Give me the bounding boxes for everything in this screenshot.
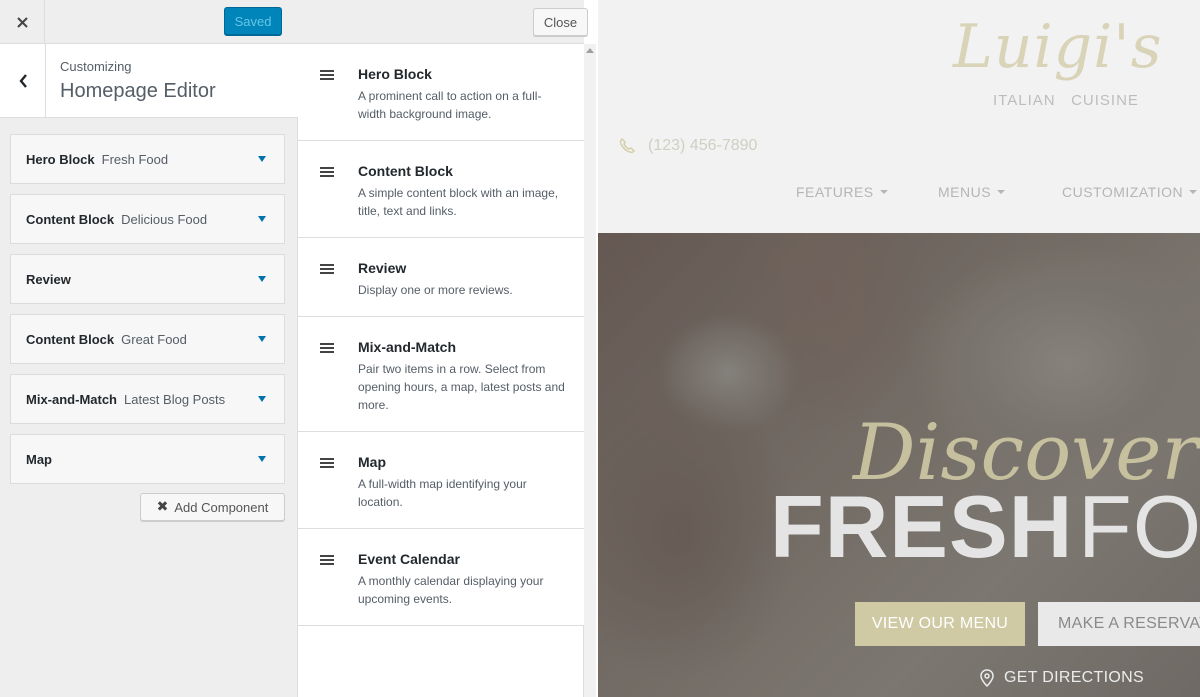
add-component-button[interactable]: ✖ Add Component <box>140 493 285 521</box>
library-item-desc: A simple content block with an image, ti… <box>358 186 559 218</box>
nav-item-features[interactable]: FEATURES <box>796 184 888 200</box>
site-nav: FEATURES MENUS CUSTOMIZATION <box>598 184 1200 204</box>
library-item-desc: A full-width map identifying your locati… <box>358 477 527 509</box>
scroll-up-icon[interactable] <box>586 48 594 53</box>
page-title: Homepage Editor <box>60 80 216 102</box>
component-type: Content Block <box>26 331 115 347</box>
component-type: Content Block <box>26 211 115 227</box>
customizer-header: Saved <box>0 0 298 44</box>
component-mix-and-match[interactable]: Mix-and-Match Latest Blog Posts <box>10 374 285 424</box>
library-item-desc: Display one or more reviews. <box>358 283 513 297</box>
close-library-button[interactable]: Close <box>533 8 588 36</box>
customizer-sidebar: Saved Customizing Homepage Editor Hero B… <box>0 0 298 697</box>
library-item-desc: A monthly calendar displaying your upcom… <box>358 574 544 606</box>
menu-icon <box>320 343 334 353</box>
library-item-title: Hero Block <box>358 66 432 82</box>
library-item-mix-and-match[interactable]: Mix-and-Match Pair two items in a row. S… <box>298 317 584 432</box>
component-name: Great Food <box>121 331 187 347</box>
component-type: Map <box>26 451 52 467</box>
logo-script: Luigi's <box>953 12 1163 82</box>
phone-link[interactable]: (123) 456-7890 <box>618 137 757 155</box>
expand-arrow-icon[interactable] <box>258 456 266 462</box>
site-logo[interactable]: Luigi's ITALIAN CUISINE <box>953 12 1173 112</box>
library-scrollbar[interactable] <box>584 44 596 697</box>
back-button[interactable] <box>0 44 46 117</box>
component-type: Hero Block <box>26 151 95 167</box>
add-component-label: Add Component <box>174 499 269 515</box>
component-type: Review <box>26 271 71 287</box>
component-hero-block[interactable]: Hero Block Fresh Food <box>10 134 285 184</box>
component-content-block-2[interactable]: Content Block Great Food <box>10 314 285 364</box>
chevron-left-icon <box>18 73 27 88</box>
make-reservation-button[interactable]: MAKE A RESERVATI <box>1038 602 1200 646</box>
library-item-content-block[interactable]: Content Block A simple content block wit… <box>298 141 584 238</box>
library-item-title: Event Calendar <box>358 551 460 567</box>
component-content-block[interactable]: Content Block Delicious Food <box>10 194 285 244</box>
component-name: Delicious Food <box>121 211 208 227</box>
component-type: Mix-and-Match <box>26 391 117 407</box>
nav-item-customization[interactable]: CUSTOMIZATION <box>1062 184 1198 200</box>
component-library-panel: Close Hero Block A prominent call to act… <box>298 0 588 697</box>
hero-heading-bold: FRESH <box>770 477 1074 576</box>
library-header: Close <box>298 0 588 44</box>
phone-number: (123) 456-7890 <box>648 137 758 154</box>
library-item-desc: A prominent call to action on a full-wid… <box>358 89 542 121</box>
menu-icon <box>320 458 334 468</box>
map-pin-icon <box>980 669 994 687</box>
close-icon <box>16 16 28 28</box>
component-map[interactable]: Map <box>10 434 285 484</box>
site-preview: Luigi's ITALIAN CUISINE (123) 456-7890 F… <box>598 0 1200 697</box>
customizing-label: Customizing <box>60 59 132 74</box>
chevron-down-icon <box>997 190 1006 194</box>
nav-label: MENUS <box>938 184 992 200</box>
chevron-down-icon <box>879 190 888 194</box>
phone-icon <box>619 137 636 154</box>
library-item-title: Mix-and-Match <box>358 339 456 355</box>
library-item-event-calendar[interactable]: Event Calendar A monthly calendar displa… <box>298 529 584 626</box>
hero-heading-light: FO <box>1078 477 1200 576</box>
library-item-title: Map <box>358 454 386 470</box>
component-name: Fresh Food <box>101 151 169 167</box>
view-menu-button[interactable]: VIEW OUR MENU <box>855 602 1025 646</box>
component-review[interactable]: Review <box>10 254 285 304</box>
chevron-down-icon <box>1189 190 1198 194</box>
nav-label: FEATURES <box>796 184 874 200</box>
expand-arrow-icon[interactable] <box>258 396 266 402</box>
library-item-hero-block[interactable]: Hero Block A prominent call to action on… <box>298 44 584 141</box>
library-item-review[interactable]: Review Display one or more reviews. <box>298 238 584 317</box>
saved-button[interactable]: Saved <box>224 7 282 35</box>
menu-icon <box>320 555 334 565</box>
nav-label: CUSTOMIZATION <box>1062 184 1184 200</box>
menu-icon <box>320 167 334 177</box>
get-directions-link[interactable]: GET DIRECTIONS <box>980 669 1144 687</box>
library-item-title: Review <box>358 260 407 276</box>
section-header: Customizing Homepage Editor <box>0 44 298 118</box>
library-item-map[interactable]: Map A full-width map identifying your lo… <box>298 432 584 529</box>
expand-arrow-icon[interactable] <box>258 336 266 342</box>
library-item-title: Content Block <box>358 163 453 179</box>
close-customizer-button[interactable] <box>0 0 45 44</box>
component-name: Latest Blog Posts <box>124 391 226 407</box>
hero-block: Discover O FRESH FO VIEW OUR MENU MAKE A… <box>598 233 1200 697</box>
expand-arrow-icon[interactable] <box>258 216 266 222</box>
expand-arrow-icon[interactable] <box>258 276 266 282</box>
library-item-desc: Pair two items in a row. Select from ope… <box>358 362 565 412</box>
close-icon: ✖ <box>156 497 169 514</box>
menu-icon <box>320 264 334 274</box>
nav-item-menus[interactable]: MENUS <box>938 184 1006 200</box>
menu-icon <box>320 70 334 80</box>
expand-arrow-icon[interactable] <box>258 156 266 162</box>
directions-label: GET DIRECTIONS <box>1004 669 1144 686</box>
logo-subtitle: ITALIAN CUISINE <box>993 92 1139 109</box>
